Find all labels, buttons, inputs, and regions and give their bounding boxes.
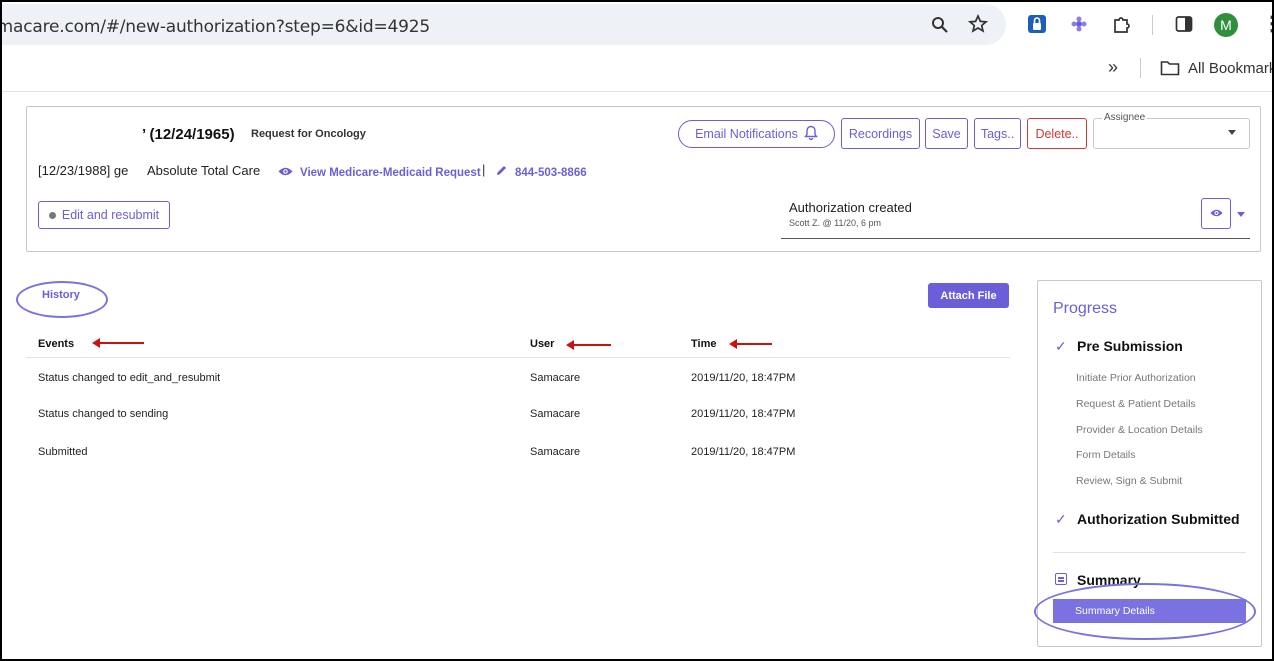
phone-number[interactable]: 844-503-8866: [515, 167, 587, 179]
save-button[interactable]: Save: [925, 118, 968, 149]
side-panel-icon[interactable]: [1172, 12, 1196, 36]
patient-dob: [12/23/1988] ge: [38, 163, 129, 178]
attach-file-button[interactable]: Attach File: [928, 283, 1009, 308]
user-cell: Samacare: [530, 408, 581, 420]
eye-icon: [278, 164, 293, 182]
recordings-button[interactable]: Recordings: [841, 118, 920, 149]
separator-pipe: |: [482, 162, 486, 177]
toolbar-divider: [1152, 15, 1153, 35]
tags-button[interactable]: Tags..: [974, 118, 1021, 149]
request-type: Request for Oncology: [251, 128, 366, 140]
bell-icon: [804, 125, 818, 143]
time-cell: 2019/11/20, 18:47PM: [691, 408, 796, 420]
status-dot-icon: [48, 211, 56, 219]
status-dropdown-chevron-icon[interactable]: [1237, 212, 1245, 217]
annotation-arrow-time: [729, 339, 772, 349]
event-cell: Status changed to sending: [38, 408, 169, 420]
status-subtitle: Scott Z. @ 11/20, 6 pm: [789, 218, 882, 228]
annotation-arrow-user: [566, 340, 611, 350]
bookmark-bar-divider: [1140, 58, 1141, 78]
user-cell: Samacare: [530, 372, 581, 384]
column-header-events: Events: [38, 338, 75, 350]
column-header-time: Time: [691, 338, 717, 350]
substep-provider-location[interactable]: Provider & Location Details: [1076, 424, 1203, 436]
email-notifications-button[interactable]: Email Notifications: [678, 120, 835, 148]
substep-request-patient[interactable]: Request & Patient Details: [1076, 398, 1196, 410]
progress-title: Progress: [1053, 300, 1118, 317]
progress-divider: [1053, 552, 1246, 553]
delete-button[interactable]: Delete..: [1027, 118, 1087, 149]
annotation-arrow-events: [92, 338, 144, 348]
pencil-icon: [495, 164, 508, 182]
bookmark-star-icon[interactable]: [966, 12, 990, 36]
check-icon: ✓: [1055, 511, 1067, 527]
substep-initiate[interactable]: Initiate Prior Authorization: [1076, 372, 1196, 384]
summary-document-icon: [1055, 573, 1067, 585]
edit-and-resubmit-label: Edit and resubmit: [61, 208, 160, 222]
table-header-divider: [26, 357, 1010, 358]
eye-icon: [1209, 205, 1223, 223]
extension-flower-icon[interactable]: [1067, 12, 1091, 36]
all-bookmarks-label[interactable]: All Bookmarks: [1188, 60, 1274, 77]
event-cell: Submitted: [38, 446, 88, 458]
phone-link[interactable]: 844-503-8866: [495, 164, 587, 182]
step-pre-submission[interactable]: Pre Submission: [1077, 338, 1183, 354]
event-cell: Status changed to edit_and_resubmit: [38, 372, 221, 384]
zoom-icon[interactable]: [928, 13, 952, 37]
edit-and-resubmit-button[interactable]: Edit and resubmit: [38, 201, 170, 229]
email-notifications-label: Email Notifications: [695, 127, 798, 141]
password-manager-extension-icon[interactable]: [1025, 12, 1049, 36]
view-request-label[interactable]: View Medicare-Medicaid Request: [300, 167, 481, 179]
substep-review-sign-submit[interactable]: Review, Sign & Submit: [1076, 475, 1182, 487]
status-title: Authorization created: [789, 200, 912, 215]
view-request-link[interactable]: View Medicare-Medicaid Request: [278, 164, 481, 182]
time-cell: 2019/11/20, 18:47PM: [691, 446, 796, 458]
status-divider: [781, 238, 1250, 239]
insurance-plan: Absolute Total Care: [147, 163, 261, 178]
more-bookmarks-chevron-icon[interactable]: »: [1102, 56, 1124, 78]
check-icon: ✓: [1055, 338, 1067, 354]
url-text[interactable]: p.samacare.com/#/new-authorization?step=…: [0, 17, 430, 37]
column-header-user: User: [530, 338, 555, 350]
patient-name: ’ (12/24/1965): [142, 126, 235, 143]
chevron-down-icon[interactable]: [1228, 130, 1236, 135]
browser-chrome: p.samacare.com/#/new-authorization?step=…: [0, 0, 1274, 92]
step-authorization-submitted[interactable]: Authorization Submitted: [1077, 511, 1240, 527]
history-highlight-annotation: [16, 281, 108, 318]
browser-menu-icon[interactable]: ⋮: [1262, 11, 1274, 36]
user-cell: Samacare: [530, 446, 581, 458]
view-status-button[interactable]: [1201, 198, 1231, 229]
substep-form-details[interactable]: Form Details: [1076, 449, 1136, 461]
folder-icon: [1158, 57, 1182, 79]
time-cell: 2019/11/20, 18:47PM: [691, 372, 796, 384]
extensions-puzzle-icon[interactable]: [1110, 12, 1134, 36]
profile-avatar[interactable]: M: [1214, 13, 1238, 37]
summary-highlight-annotation: [1034, 583, 1256, 640]
assignee-label: Assignee: [1102, 112, 1148, 123]
address-bar[interactable]: p.samacare.com/#/new-authorization?step=…: [0, 4, 1006, 45]
